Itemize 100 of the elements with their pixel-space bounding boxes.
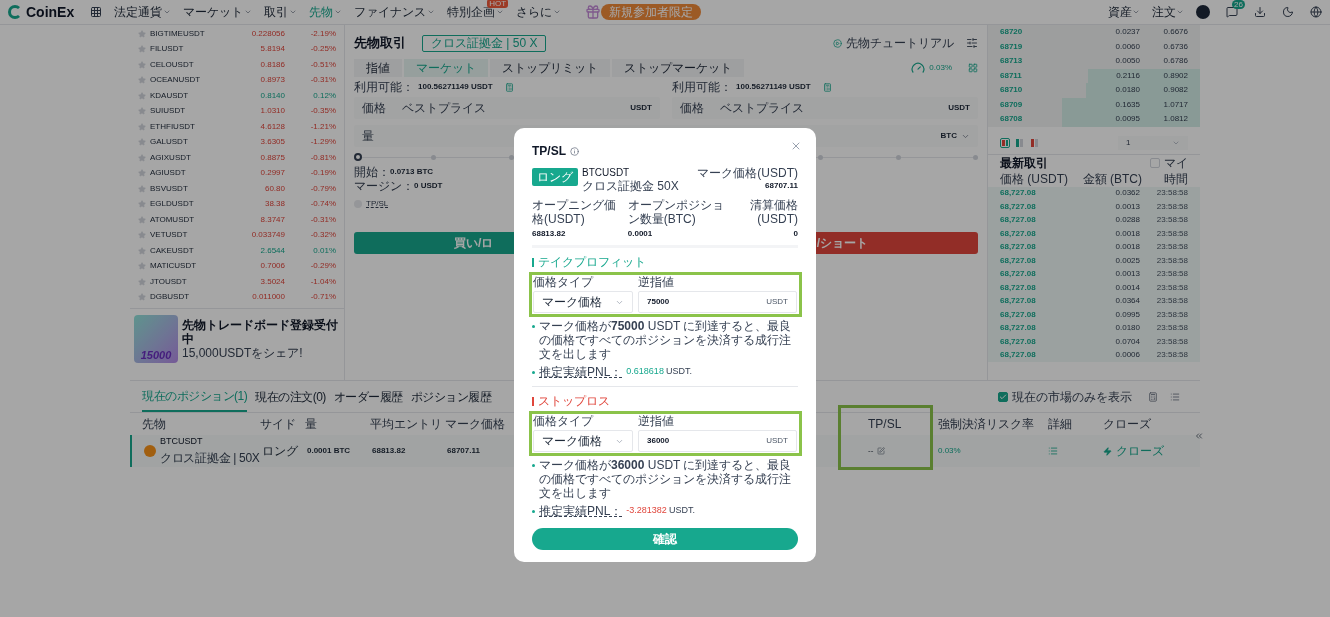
promo-title[interactable]: 先物トレードボード登録受付中: [182, 318, 344, 346]
average-entry: 68813.82: [372, 445, 407, 457]
nav-menu-item[interactable]: 資産: [1108, 3, 1132, 21]
market-change: -0.19%: [309, 167, 336, 180]
trigger-price-field[interactable]: 75000 USDT: [638, 291, 797, 313]
trade-time: 23:58:58: [1155, 254, 1188, 267]
moon-icon[interactable]: [1282, 6, 1294, 18]
stat-label: オープニング価格(USDT): [532, 198, 617, 226]
star-icon[interactable]: [138, 153, 146, 162]
star-icon[interactable]: [138, 29, 146, 38]
checkbox[interactable]: [1150, 158, 1160, 168]
mine-label[interactable]: マイ: [1164, 154, 1188, 172]
nav-menu-item[interactable]: 取引: [264, 3, 289, 21]
star-icon[interactable]: [138, 91, 146, 100]
settings-icon[interactable]: [966, 37, 978, 49]
market-symbol[interactable]: CAKEUSDT: [150, 244, 230, 257]
position-tab[interactable]: オーダー履歴: [333, 381, 403, 412]
market-symbol[interactable]: KDAUSDT: [150, 89, 230, 102]
market-symbol[interactable]: BSVUSDT: [150, 182, 230, 195]
layout-icon[interactable]: [968, 63, 978, 73]
bids-view-icon[interactable]: [1015, 137, 1025, 148]
nav-menu-item[interactable]: 法定通貨: [114, 3, 163, 21]
calculator-icon[interactable]: [1148, 391, 1158, 402]
market-symbol[interactable]: AGIUSDT: [150, 167, 230, 180]
star-icon[interactable]: [138, 45, 146, 54]
trade-amount: 0.0362: [1114, 187, 1140, 200]
star-icon[interactable]: [138, 138, 146, 147]
nav-menu-item[interactable]: マーケット: [183, 3, 244, 21]
logo-text[interactable]: CoinEx: [26, 1, 75, 23]
download-icon[interactable]: [1254, 6, 1266, 18]
available-balance: 100.56271149 USDT: [736, 81, 811, 93]
ask-price: 68710: [1000, 84, 1024, 97]
fee-rate: 0.03%: [929, 62, 952, 74]
details-icon[interactable]: [1048, 446, 1058, 456]
price-field[interactable]: 価格 ベストプライス USDT: [672, 97, 978, 119]
star-icon[interactable]: [138, 262, 146, 271]
info-icon[interactable]: [570, 146, 579, 156]
market-symbol[interactable]: SUIUSDT: [150, 105, 230, 118]
star-icon[interactable]: [138, 277, 146, 286]
checkbox[interactable]: [998, 391, 1008, 402]
tutorial-link[interactable]: 先物チュートリアル: [846, 34, 954, 52]
market-symbol[interactable]: EGLDUSDT: [150, 198, 230, 211]
ask-amount: 0.1635: [1114, 98, 1140, 111]
star-icon[interactable]: [138, 246, 146, 255]
list-icon[interactable]: [1170, 391, 1180, 402]
market-symbol[interactable]: AGIXUSDT: [150, 151, 230, 164]
star-icon[interactable]: [138, 200, 146, 209]
market-symbol[interactable]: GALUSDT: [150, 136, 230, 149]
position-tab[interactable]: ポジション履歴: [410, 381, 492, 412]
avatar-icon[interactable]: [1196, 5, 1210, 19]
ask-total: 0.6786: [1162, 55, 1188, 68]
market-symbol[interactable]: ATOMUSDT: [150, 213, 230, 226]
order-type-tab[interactable]: 指値: [354, 59, 402, 77]
star-icon[interactable]: [138, 107, 146, 116]
market-symbol[interactable]: BIGTIMEUSDT: [150, 27, 230, 40]
market-symbol[interactable]: JTOUSDT: [150, 275, 230, 288]
ask-total: 1.0812: [1162, 113, 1188, 126]
star-icon[interactable]: [138, 60, 146, 69]
available-balance: 100.56271149 USDT: [418, 81, 493, 93]
message-icon[interactable]: [1226, 6, 1238, 18]
star-icon[interactable]: [138, 231, 146, 240]
slider-thumb[interactable]: [354, 153, 362, 161]
price-type-select[interactable]: マーク価格: [533, 291, 633, 313]
both-sides-view-icon[interactable]: [1000, 137, 1010, 148]
tpsl-label[interactable]: TP/SL: [366, 198, 389, 210]
price-type-select[interactable]: マーク価格: [533, 430, 633, 452]
collapse-icon[interactable]: [1194, 431, 1204, 441]
market-symbol[interactable]: MATICUSDT: [150, 260, 230, 273]
market-symbol[interactable]: ETHFIUSDT: [150, 120, 230, 133]
position-tab[interactable]: 現在の注文(0): [255, 381, 326, 412]
star-icon[interactable]: [138, 293, 146, 302]
star-icon[interactable]: [138, 76, 146, 85]
precision-select[interactable]: 1: [1118, 135, 1188, 150]
nav-menu-item[interactable]: さらに: [516, 3, 553, 21]
close-icon[interactable]: [790, 140, 802, 152]
star-icon[interactable]: [138, 169, 146, 178]
market-symbol[interactable]: DGBUSDT: [150, 291, 230, 304]
order-type-tab[interactable]: ストップリミット: [490, 59, 610, 77]
asks-view-icon[interactable]: [1030, 137, 1040, 148]
trade-amount: 0.0014: [1114, 281, 1140, 294]
order-type-tab[interactable]: ストップマーケット: [612, 59, 744, 77]
globe-icon[interactable]: [1310, 6, 1322, 18]
star-icon[interactable]: [138, 122, 146, 131]
market-symbol[interactable]: OCEANUSDT: [150, 74, 230, 87]
field-label: 逆指値: [638, 275, 675, 289]
edit-icon[interactable]: [877, 447, 886, 455]
star-icon[interactable]: [138, 184, 146, 193]
price-field[interactable]: 価格 ベストプライス USDT: [354, 97, 660, 119]
nav-menu-item[interactable]: 注文: [1152, 3, 1176, 21]
nav-menu-item[interactable]: ファイナンス: [354, 3, 427, 21]
filter-label[interactable]: 現在の市場のみを表示: [1012, 387, 1132, 406]
position-symbol[interactable]: BTCUSDT: [160, 435, 260, 449]
trigger-price-field[interactable]: 36000 USDT: [638, 430, 797, 452]
market-symbol[interactable]: FILUSDT: [150, 43, 230, 56]
apps-grid-icon[interactable]: [90, 6, 103, 18]
trade-amount: 0.0364: [1114, 295, 1140, 308]
market-symbol[interactable]: CELOUSDT: [150, 58, 230, 71]
star-icon[interactable]: [138, 215, 146, 224]
trade-price: 68,727.08: [1000, 349, 1037, 362]
market-symbol[interactable]: VETUSDT: [150, 229, 230, 242]
